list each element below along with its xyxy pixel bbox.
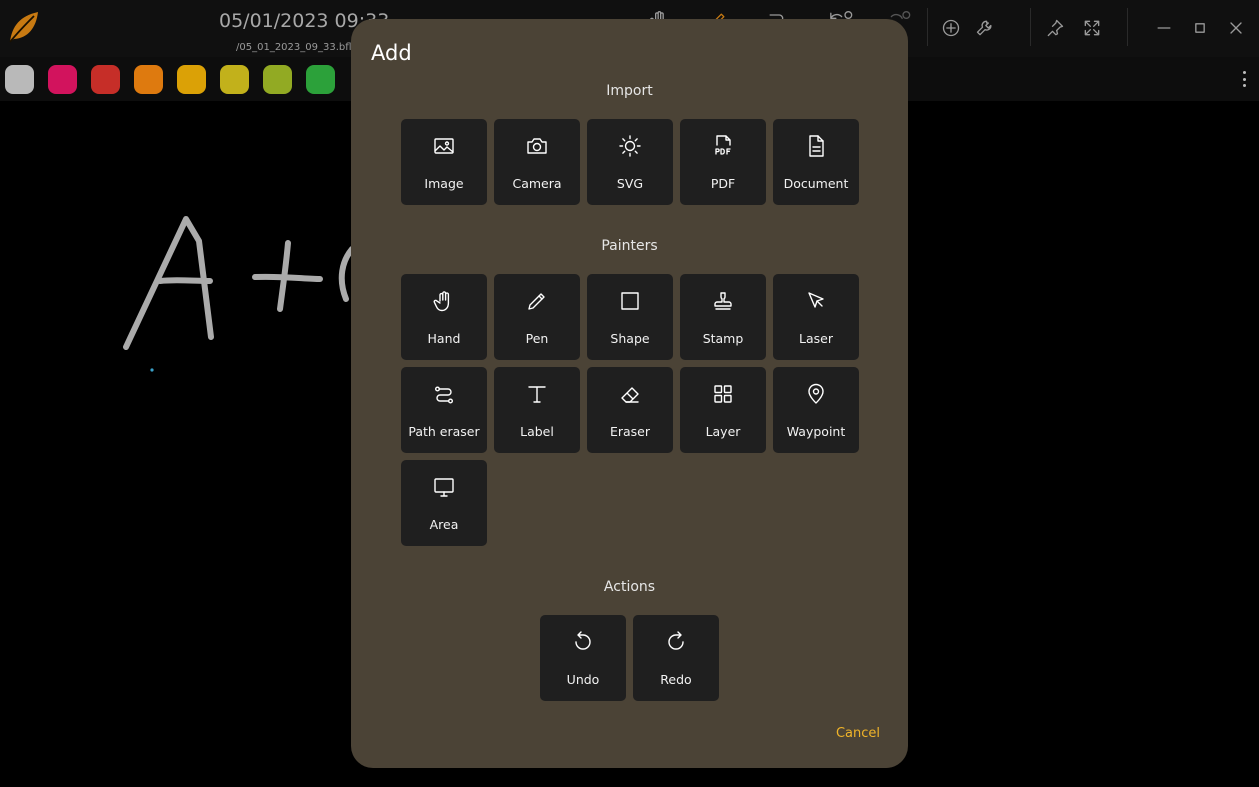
tile-label: Laser [799, 331, 833, 346]
section-title-import: Import [606, 83, 653, 99]
handwriting-strokes [123, 216, 355, 372]
color-swatch-5[interactable] [177, 65, 206, 94]
close-icon[interactable] [1222, 14, 1250, 42]
tile-label: Label [520, 424, 554, 439]
tile-hand[interactable]: Hand [401, 274, 487, 360]
leaf-logo-icon [9, 12, 38, 43]
monitor-icon [434, 478, 454, 497]
tile-label: Redo [660, 672, 692, 687]
tile-label: Layer [705, 424, 741, 439]
hand-icon [433, 291, 450, 312]
more-options-icon[interactable] [1237, 69, 1251, 89]
cancel-button[interactable]: Cancel [836, 726, 880, 741]
stamp-icon [714, 292, 732, 310]
cursor-icon [808, 292, 824, 308]
tile-layer[interactable]: Layer [680, 367, 766, 453]
section-title-actions: Actions [603, 579, 656, 595]
tile-path-eraser[interactable]: Path eraser [401, 367, 487, 453]
pdf-icon [715, 135, 731, 155]
pin-icon[interactable] [1041, 14, 1069, 42]
tile-label: PDF [710, 176, 736, 191]
add-circle-icon[interactable] [937, 14, 965, 42]
eraser-icon [621, 387, 639, 403]
camera-icon [527, 138, 547, 154]
tile-stamp[interactable]: Stamp [680, 274, 766, 360]
color-swatch-1[interactable] [5, 65, 34, 94]
grid-icon [714, 385, 732, 403]
color-swatch-2[interactable] [48, 65, 77, 94]
fullscreen-icon[interactable] [1078, 14, 1106, 42]
image-icon [434, 138, 454, 154]
tile-label[interactable]: Label [494, 367, 580, 453]
tile-document[interactable]: Document [773, 119, 859, 205]
color-swatch-6[interactable] [220, 65, 249, 94]
color-swatch-7[interactable] [263, 65, 292, 94]
tile-label: Undo [566, 672, 600, 687]
square-icon [621, 292, 639, 310]
color-swatch-3[interactable] [91, 65, 120, 94]
tile-label: Document [783, 176, 849, 191]
document-icon [809, 135, 824, 157]
location-pin-icon [808, 383, 824, 404]
tile-pdf[interactable]: PDF [680, 119, 766, 205]
tile-pen[interactable]: Pen [494, 274, 580, 360]
tile-undo[interactable]: Undo [540, 615, 626, 701]
tile-label: Image [424, 176, 464, 191]
maximize-icon[interactable] [1186, 14, 1214, 42]
tile-label: Stamp [702, 331, 744, 346]
sun-icon [619, 135, 641, 157]
tile-label: Eraser [609, 424, 651, 439]
tile-label: SVG [616, 176, 644, 191]
tile-label: Waypoint [786, 424, 846, 439]
minimize-icon[interactable] [1150, 14, 1178, 42]
tile-redo[interactable]: Redo [633, 615, 719, 701]
path-eraser-icon [435, 386, 454, 404]
add-dialog: Add Import Image Camera SVG PDF Document Pai… [351, 19, 908, 768]
tile-camera[interactable]: Camera [494, 119, 580, 205]
tile-shape[interactable]: Shape [587, 274, 673, 360]
text-icon [528, 386, 546, 403]
section-title-painters: Painters [601, 238, 658, 254]
tile-svg[interactable]: SVG [587, 119, 673, 205]
tile-image[interactable]: Image [401, 119, 487, 205]
tile-area[interactable]: Area [401, 460, 487, 546]
redo-icon [668, 631, 684, 650]
wrench-icon[interactable] [971, 14, 999, 42]
color-swatch-8[interactable] [306, 65, 335, 94]
dialog-title: Add [371, 41, 412, 65]
pen-icon [528, 293, 545, 310]
color-swatch-4[interactable] [134, 65, 163, 94]
tile-label: Shape [610, 331, 650, 346]
document-path: /05_01_2023_09_33.bfly [236, 42, 358, 53]
tile-label: Camera [512, 176, 562, 191]
tile-eraser[interactable]: Eraser [587, 367, 673, 453]
tile-label: Pen [525, 331, 549, 346]
undo-icon [575, 631, 591, 650]
tile-label: Area [429, 517, 459, 532]
tile-laser[interactable]: Laser [773, 274, 859, 360]
tile-label: Hand [427, 331, 461, 346]
tile-label: Path eraser [408, 424, 480, 439]
tile-waypoint[interactable]: Waypoint [773, 367, 859, 453]
